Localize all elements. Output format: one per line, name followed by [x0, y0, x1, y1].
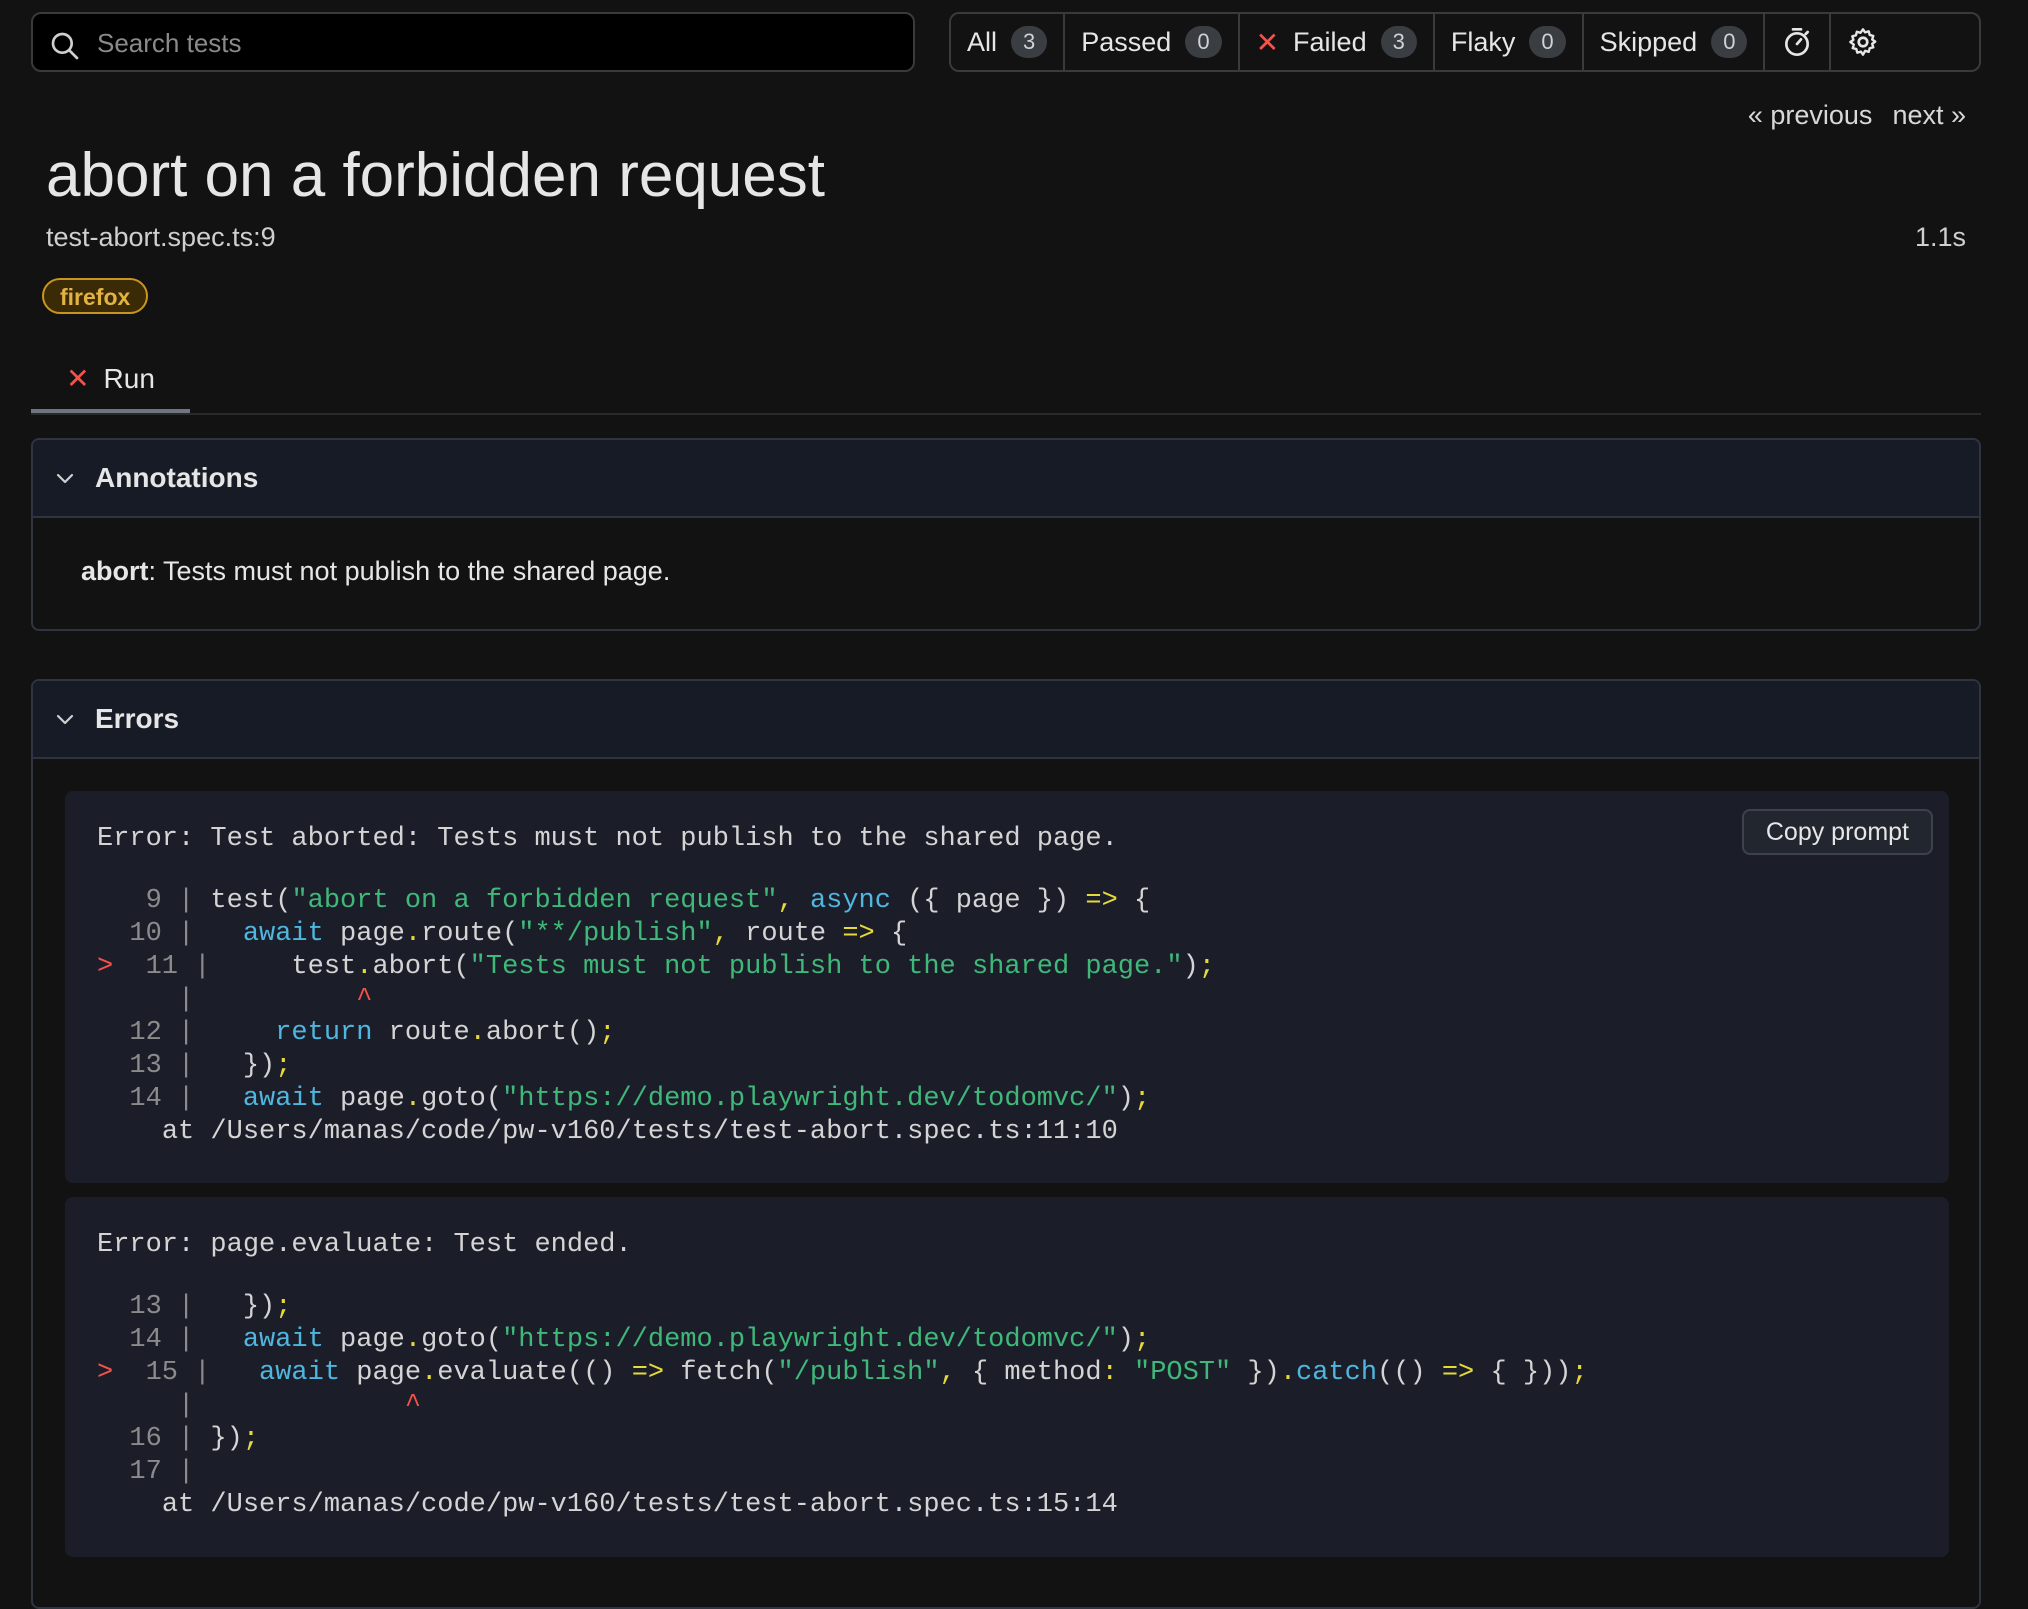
code-line: 13 | });: [97, 1051, 292, 1081]
chevron-down-icon: [56, 714, 74, 725]
code-line: 13 | });: [97, 1292, 292, 1322]
code-line: 17 |: [97, 1457, 195, 1487]
top-bar: All 3 Passed 0 ✕ Failed 3 Flaky 0 Skippe…: [31, 12, 1981, 76]
error-text: Error: page.evaluate: Test ended.: [97, 1230, 632, 1260]
filter-skipped[interactable]: Skipped 0: [1584, 14, 1766, 70]
result-tabs: ✕ Run: [31, 348, 1981, 415]
annotations-section: Annotations abort: Tests must not publis…: [31, 438, 1981, 631]
filter-failed-label: Failed: [1293, 26, 1367, 57]
filter-failed[interactable]: ✕ Failed 3: [1240, 14, 1435, 70]
code-line: 12 | return route.abort();: [97, 1018, 616, 1048]
code-line: 9 | test("abort on a forbidden request",…: [97, 886, 1151, 916]
search-input[interactable]: [95, 22, 899, 64]
test-navigation: « previous next »: [1748, 100, 1966, 131]
filter-passed[interactable]: Passed 0: [1065, 14, 1240, 70]
search-box[interactable]: [31, 12, 915, 72]
gear-icon: [1849, 28, 1877, 56]
test-location: test-abort.spec.ts:9: [46, 222, 276, 252]
x-icon: ✕: [66, 363, 90, 394]
next-link[interactable]: next »: [1892, 100, 1966, 131]
x-icon: ✕: [1255, 26, 1280, 58]
tab-run-label: Run: [103, 362, 155, 394]
copy-prompt-button[interactable]: Copy prompt: [1741, 809, 1933, 855]
errors-section: Errors Copy prompt Error: Test aborted: …: [31, 679, 1981, 1609]
filter-flaky[interactable]: Flaky 0: [1435, 14, 1584, 70]
stopwatch-icon: [1785, 28, 1810, 56]
filter-passed-count: 0: [1185, 26, 1222, 58]
error-message-2: Error: page.evaluate: Test ended. 13 | }…: [65, 1197, 1949, 1557]
filter-flaky-label: Flaky: [1450, 26, 1516, 57]
code-line: 14 | await page.goto("https://demo.playw…: [97, 1325, 1151, 1355]
code-line: 14 | await page.goto("https://demo.playw…: [97, 1084, 1151, 1114]
stack-location: at /Users/manas/code/pw-v160/tests/test-…: [97, 1116, 1917, 1149]
code-caret-line: | ^: [178, 985, 373, 1015]
test-title: abort on a forbidden request: [46, 141, 825, 210]
annotations-header[interactable]: Annotations: [33, 440, 1979, 518]
code-caret-line: | ^: [178, 1391, 422, 1421]
settings-button[interactable]: [1831, 14, 1895, 70]
annotation-type: abort: [81, 556, 149, 586]
project-badge[interactable]: firefox: [42, 278, 149, 314]
errors-header[interactable]: Errors: [33, 681, 1979, 759]
chevron-down-icon: [56, 473, 74, 484]
filter-failed-count: 3: [1380, 26, 1417, 58]
annotation-item: abort: Tests must not publish to the sha…: [33, 518, 1979, 587]
tab-run[interactable]: ✕ Run: [31, 348, 190, 413]
filter-flaky-count: 0: [1529, 26, 1566, 58]
filter-all-count: 3: [1011, 26, 1048, 58]
stack-location-text: at /Users/manas/code/pw-v160/tests/test-…: [161, 1490, 1118, 1520]
stack-location-text: at /Users/manas/code/pw-v160/tests/test-…: [161, 1117, 1118, 1147]
test-duration: 1.1s: [1914, 222, 1966, 252]
errors-heading: Errors: [95, 703, 180, 734]
filter-skipped-label: Skipped: [1599, 26, 1698, 57]
annotation-description: : Tests must not publish to the shared p…: [148, 556, 671, 586]
code-line-highlighted: > 11 | test.abort("Tests must not publis…: [97, 952, 1215, 982]
filter-passed-label: Passed: [1081, 26, 1172, 57]
error-message-1: Copy prompt Error: Test aborted: Tests m…: [65, 791, 1949, 1183]
code-line: 10 | await page.route("**/publish", rout…: [97, 919, 908, 949]
filter-all-label: All: [967, 26, 998, 57]
filter-skipped-count: 0: [1711, 26, 1748, 58]
search-icon: [51, 32, 79, 60]
status-filters: All 3 Passed 0 ✕ Failed 3 Flaky 0 Skippe…: [949, 12, 1981, 72]
filter-all[interactable]: All 3: [951, 14, 1066, 70]
code-line: 16 | });: [97, 1424, 260, 1454]
stack-location: at /Users/manas/code/pw-v160/tests/test-…: [97, 1489, 1917, 1522]
code-line-highlighted: > 15 | await page.evaluate(() => fetch("…: [97, 1358, 1588, 1388]
annotations-heading: Annotations: [95, 462, 259, 493]
previous-link[interactable]: « previous: [1748, 100, 1873, 131]
speedboard-button[interactable]: [1765, 14, 1832, 70]
error-text: Error: Test aborted: Tests must not publ…: [97, 824, 1118, 854]
